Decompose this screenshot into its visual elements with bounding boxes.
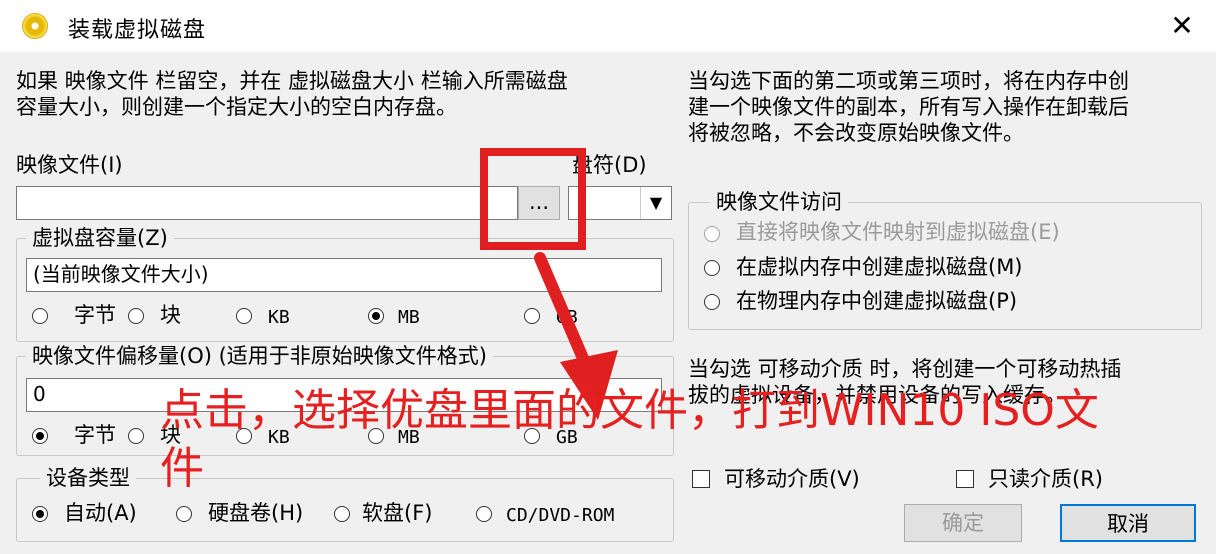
image-file-label: 映像文件(I) bbox=[16, 153, 123, 177]
device-radio-floppy[interactable] bbox=[334, 506, 350, 522]
ok-button[interactable]: 确定 bbox=[904, 504, 1022, 542]
info-text-line: 建一个映像文件的副本，所有写入操作在卸载后 bbox=[688, 95, 1129, 119]
capacity-radio-blocks[interactable] bbox=[128, 308, 144, 324]
removable-checkbox[interactable] bbox=[692, 470, 710, 488]
offset-unit-label: 字节 bbox=[74, 423, 116, 447]
capacity-unit-label: 块 bbox=[160, 303, 181, 327]
close-icon[interactable]: ✕ bbox=[1160, 6, 1204, 46]
capacity-radio-bytes[interactable] bbox=[32, 308, 48, 324]
offset-legend: 映像文件偏移量(O) (适用于非原始映像文件格式) bbox=[26, 343, 493, 369]
device-type-legend: 设备类型 bbox=[40, 465, 136, 491]
annotation-text: 点击，选择优盘里面的文件，打到WIN10 ISO文 bbox=[160, 385, 1099, 436]
device-option-label: 自动(A) bbox=[64, 501, 137, 525]
capacity-radio-kb[interactable] bbox=[236, 308, 252, 324]
capacity-legend: 虚拟盘容量(Z) bbox=[26, 225, 174, 251]
removable-info-line: 当勾选 可移动介质 时，将创建一个可移动热插 bbox=[688, 357, 1122, 381]
readonly-checkbox[interactable] bbox=[956, 470, 974, 488]
device-option-label: CD/DVD-ROM bbox=[506, 505, 615, 526]
offset-radio-bytes[interactable] bbox=[32, 428, 48, 444]
info-text-line: 如果 映像文件 栏留空，并在 虚拟磁盘大小 栏输入所需磁盘 bbox=[16, 69, 568, 93]
capacity-unit-label: KB bbox=[268, 307, 290, 328]
device-radio-hdd[interactable] bbox=[176, 506, 192, 522]
device-radio-cdrom[interactable] bbox=[476, 506, 492, 522]
access-option-label: 在物理内存中创建虚拟磁盘(P) bbox=[736, 289, 1018, 313]
removable-label: 可移动介质(V) bbox=[724, 467, 860, 491]
access-radio-direct[interactable] bbox=[704, 226, 720, 242]
device-option-label: 硬盘卷(H) bbox=[208, 501, 304, 525]
device-option-label: 软盘(F) bbox=[362, 501, 433, 525]
chevron-down-icon[interactable]: ▼ bbox=[640, 187, 671, 219]
access-option-label: 直接将映像文件映射到虚拟磁盘(E) bbox=[736, 220, 1060, 244]
capacity-unit-label: MB bbox=[398, 307, 420, 328]
access-radio-virtual[interactable] bbox=[704, 260, 720, 276]
device-radio-auto[interactable] bbox=[32, 506, 48, 522]
access-option-label: 在虚拟内存中创建虚拟磁盘(M) bbox=[736, 255, 1023, 279]
image-file-input[interactable] bbox=[16, 186, 518, 220]
highlight-box bbox=[480, 148, 586, 250]
capacity-unit-label: 字节 bbox=[74, 303, 116, 327]
capacity-radio-mb[interactable] bbox=[368, 308, 384, 324]
offset-radio-blocks[interactable] bbox=[128, 428, 144, 444]
info-text-line: 容量大小，则创建一个指定大小的空白内存盘。 bbox=[16, 95, 457, 119]
access-legend: 映像文件访问 bbox=[710, 189, 848, 215]
info-text-line: 将被忽略，不会改变原始映像文件。 bbox=[688, 121, 1024, 145]
access-radio-physical[interactable] bbox=[704, 294, 720, 310]
info-text-line: 当勾选下面的第二项或第三项时，将在内存中创 bbox=[688, 69, 1129, 93]
cancel-button[interactable]: 取消 bbox=[1060, 504, 1196, 542]
annotation-text: 件 bbox=[160, 443, 204, 494]
window-title: 装载虚拟磁盘 bbox=[68, 18, 207, 43]
readonly-label: 只读介质(R) bbox=[988, 467, 1103, 491]
disk-icon bbox=[22, 13, 48, 39]
